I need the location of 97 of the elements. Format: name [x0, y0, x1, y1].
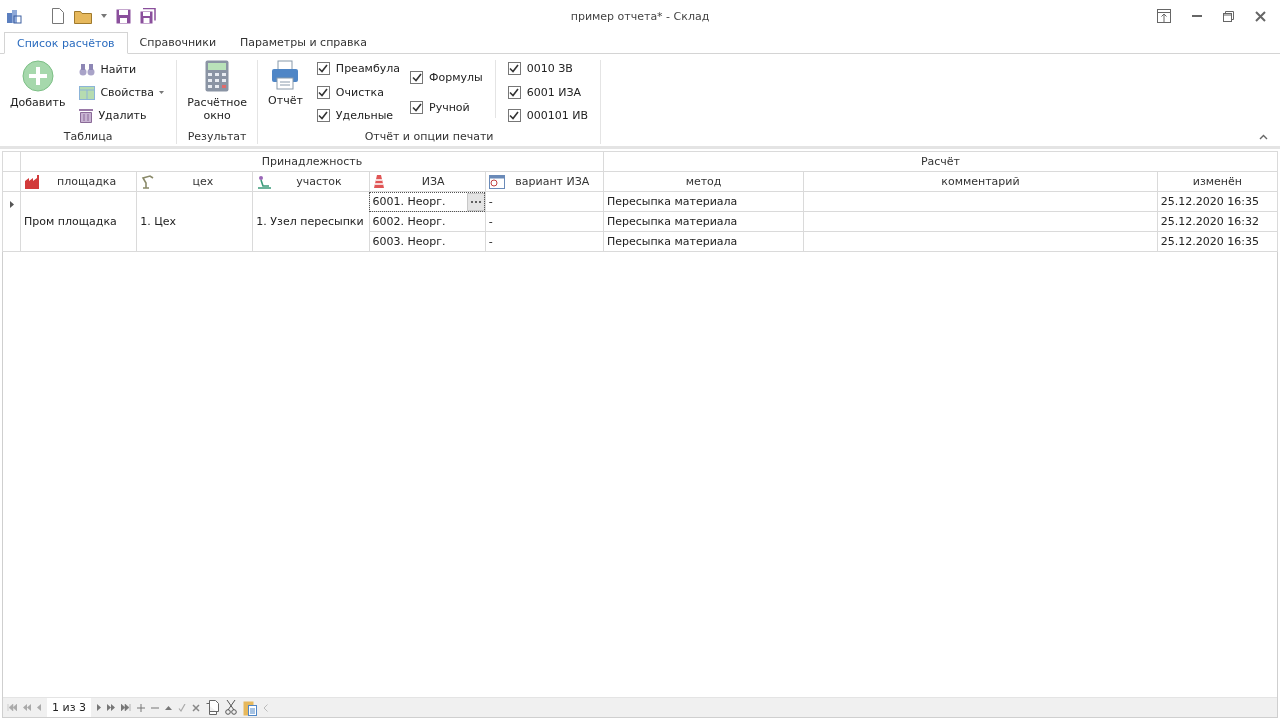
table-cell: 1. Узел пересыпки: [252, 191, 370, 252]
column-header[interactable]: изменён: [1157, 171, 1278, 192]
column-header[interactable]: цех: [136, 171, 253, 192]
close-icon[interactable]: [1255, 10, 1266, 22]
source-checkbox[interactable]: 0010 ЗВ: [507, 62, 588, 75]
worker-icon: [256, 174, 273, 189]
table-cell: -: [485, 191, 604, 212]
printer-icon: [271, 60, 300, 90]
column-header[interactable]: площадка: [20, 171, 137, 192]
table-cell: -: [485, 231, 604, 252]
checkbox[interactable]: [316, 109, 330, 122]
checkbox[interactable]: [507, 85, 521, 99]
scissors-icon[interactable]: [225, 700, 237, 715]
ellipsis-icon: [470, 200, 481, 203]
calc-window-button[interactable]: Расчётное окно: [183, 60, 252, 130]
pin-ribbon-icon[interactable]: [1157, 9, 1171, 23]
up-icon[interactable]: [165, 705, 172, 710]
group-label: Отчёт и опции печати: [363, 130, 495, 144]
paste-icon[interactable]: [243, 699, 257, 716]
column-header[interactable]: комментарий: [803, 171, 1158, 192]
column-label: ИЗА: [420, 175, 446, 188]
cone-icon: [372, 174, 385, 189]
table-cell: -: [485, 211, 604, 232]
column-header[interactable]: вариант ИЗА: [485, 171, 604, 192]
binoculars-icon: [79, 63, 96, 76]
current-row-icon: [9, 201, 14, 208]
source-checkbox[interactable]: 000101 ИВ: [507, 109, 588, 122]
source-checkbox[interactable]: 6001 ИЗА: [507, 85, 588, 99]
group-label: Результат: [186, 130, 248, 144]
table-cell: 6003. Неорг.: [369, 231, 486, 252]
cancel-icon[interactable]: [192, 703, 200, 712]
checkbox[interactable]: [410, 70, 423, 84]
table-cell: 25.12.2020 16:35: [1157, 231, 1278, 252]
table-cell: 6002. Неорг.: [369, 211, 486, 232]
table-cell: 25.12.2020 16:35: [1157, 191, 1278, 212]
column-header[interactable]: метод: [603, 171, 804, 192]
new-file-icon[interactable]: [51, 8, 65, 24]
ellipsis-button[interactable]: [466, 192, 485, 211]
calendar-icon: [488, 174, 505, 189]
table-cell: Пром площадка: [20, 191, 137, 252]
checkbox[interactable]: [507, 109, 521, 122]
check-icon[interactable]: [178, 703, 186, 712]
trash-icon: [79, 108, 94, 123]
folder-icon[interactable]: [74, 8, 92, 24]
option-checkbox[interactable]: Очистка: [316, 85, 400, 99]
source-editor-field[interactable]: 6001. Неорг.: [369, 191, 486, 212]
caret-icon[interactable]: [101, 14, 107, 18]
find-button[interactable]: Найти: [79, 60, 165, 79]
column-label: площадка: [56, 175, 118, 188]
table-cell: Пересыпка материала: [603, 231, 804, 252]
properties-button[interactable]: Свойства: [79, 83, 165, 102]
table-cell: 1. Цех: [136, 191, 253, 252]
next-record-icon[interactable]: [97, 704, 101, 711]
table-cell: 25.12.2020 16:32: [1157, 211, 1278, 232]
option-checkbox[interactable]: Преамбула: [316, 62, 400, 75]
column-header[interactable]: участок: [252, 171, 370, 192]
group-label: Таблица: [62, 130, 114, 144]
column-header[interactable]: ИЗА: [369, 171, 486, 192]
table-icon: [79, 85, 96, 100]
collapse-ribbon-icon[interactable]: [1259, 134, 1268, 140]
save-all-icon[interactable]: [140, 8, 156, 24]
caret-icon: [159, 91, 165, 94]
copy-icon[interactable]: [206, 700, 219, 715]
checkbox[interactable]: [316, 85, 330, 99]
table-cell: Пересыпка материала: [603, 211, 804, 232]
window-title: пример отчета* - Склад: [570, 9, 710, 23]
option-checkbox[interactable]: Удельные: [316, 109, 400, 122]
save-icon[interactable]: [116, 8, 131, 24]
column-label: метод: [684, 175, 723, 188]
column-label: цех: [191, 175, 215, 188]
option-checkbox[interactable]: Ручной: [410, 100, 483, 114]
restore-icon[interactable]: [1223, 10, 1234, 22]
checkbox[interactable]: [507, 62, 521, 75]
column-label: изменён: [1191, 175, 1243, 188]
delete-button[interactable]: Удалить: [79, 106, 165, 125]
report-button[interactable]: Отчёт: [264, 60, 307, 130]
option-checkbox[interactable]: Формулы: [410, 70, 483, 84]
checkbox[interactable]: [316, 62, 330, 75]
checkbox[interactable]: [410, 100, 423, 114]
table-cell: Пересыпка материала: [603, 191, 804, 212]
factory-icon: [24, 174, 40, 189]
add-button[interactable]: Добавить: [6, 60, 70, 130]
plus-icon[interactable]: [137, 703, 145, 712]
column-label: участок: [295, 175, 343, 188]
column-label: вариант ИЗА: [514, 175, 591, 188]
column-group-header: Расчёт: [603, 151, 1278, 172]
calculator-icon: [205, 60, 230, 92]
ribbon-tab[interactable]: Список расчётов: [4, 32, 128, 54]
app-logo-icon: [6, 8, 22, 24]
ribbon-tab[interactable]: Параметры и справка: [228, 32, 379, 53]
record-position: 1 из 3: [47, 698, 91, 717]
column-group-header: Принадлежность: [20, 151, 604, 172]
column-label: комментарий: [940, 175, 1021, 188]
plus-icon: [21, 60, 54, 92]
last-page-icon[interactable]: [121, 704, 131, 711]
ribbon-tab[interactable]: Справочники: [127, 32, 229, 53]
next-page-icon[interactable]: [107, 704, 115, 711]
